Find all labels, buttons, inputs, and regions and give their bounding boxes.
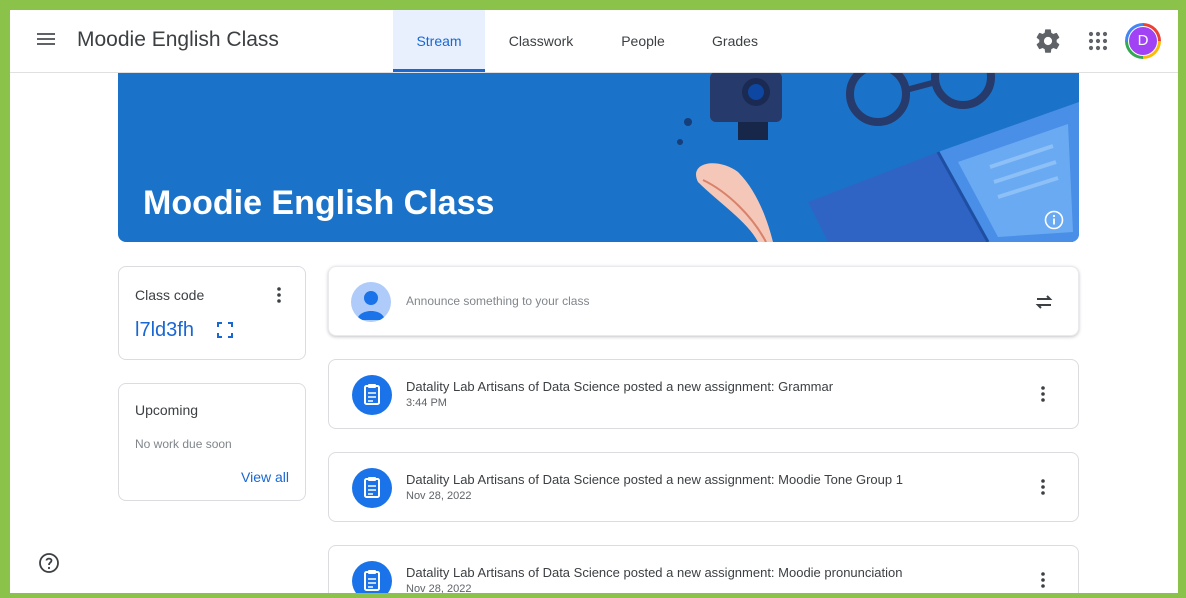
tab-classwork[interactable]: Classwork [495, 10, 587, 72]
post-date: 3:44 PM [406, 397, 447, 409]
main-menu-icon[interactable] [34, 30, 58, 54]
announce-input[interactable]: Announce something to your class [406, 294, 589, 308]
assignment-icon [352, 468, 392, 508]
post-more-icon[interactable] [1031, 382, 1055, 406]
announce-box[interactable]: Announce something to your class [328, 266, 1079, 336]
stream-post[interactable]: Datality Lab Artisans of Data Science po… [328, 452, 1079, 522]
class-code-more-icon[interactable] [267, 283, 291, 307]
stream-post[interactable]: Datality Lab Artisans of Data Science po… [328, 545, 1079, 593]
upcoming-card: Upcoming No work due soon View all [118, 383, 306, 501]
post-date: Nov 28, 2022 [406, 490, 472, 502]
class-code-card: Class code l7ld3fh [118, 266, 306, 360]
fullscreen-icon[interactable] [216, 321, 234, 339]
post-more-icon[interactable] [1031, 475, 1055, 499]
class-code-label: Class code [135, 287, 205, 303]
help-icon[interactable] [37, 551, 61, 575]
class-title[interactable]: Moodie English Class [77, 28, 279, 52]
class-code-value: l7ld3fh [135, 319, 194, 341]
settings-gear-icon[interactable] [1034, 27, 1062, 55]
post-date: Nov 28, 2022 [406, 583, 472, 593]
account-avatar[interactable]: D [1125, 23, 1161, 59]
post-more-icon[interactable] [1031, 568, 1055, 592]
tab-grades[interactable]: Grades [689, 10, 781, 72]
user-avatar [351, 282, 391, 322]
upcoming-title: Upcoming [135, 402, 199, 418]
avatar-initial: D [1128, 26, 1158, 56]
banner-class-title: Moodie English Class [143, 184, 495, 222]
repost-icon[interactable] [1032, 290, 1056, 314]
tab-stream[interactable]: Stream [393, 10, 485, 72]
assignment-icon [352, 375, 392, 415]
info-icon[interactable] [1044, 210, 1064, 230]
top-app-bar: Moodie English Class Stream Classwork Pe… [10, 10, 1178, 73]
post-title[interactable]: Datality Lab Artisans of Data Science po… [406, 472, 903, 487]
classroom-window: Moodie English Class Stream Classwork Pe… [10, 10, 1178, 593]
class-banner: Moodie English Class [118, 72, 1079, 242]
tab-people[interactable]: People [597, 10, 689, 72]
stream-post[interactable]: Datality Lab Artisans of Data Science po… [328, 359, 1079, 429]
post-title[interactable]: Datality Lab Artisans of Data Science po… [406, 379, 833, 394]
upcoming-empty-text: No work due soon [135, 437, 232, 451]
view-all-link[interactable]: View all [241, 469, 289, 485]
post-title[interactable]: Datality Lab Artisans of Data Science po… [406, 565, 902, 580]
apps-grid-icon[interactable] [1084, 27, 1112, 55]
banner-illustration [677, 72, 1079, 242]
assignment-icon [352, 561, 392, 593]
